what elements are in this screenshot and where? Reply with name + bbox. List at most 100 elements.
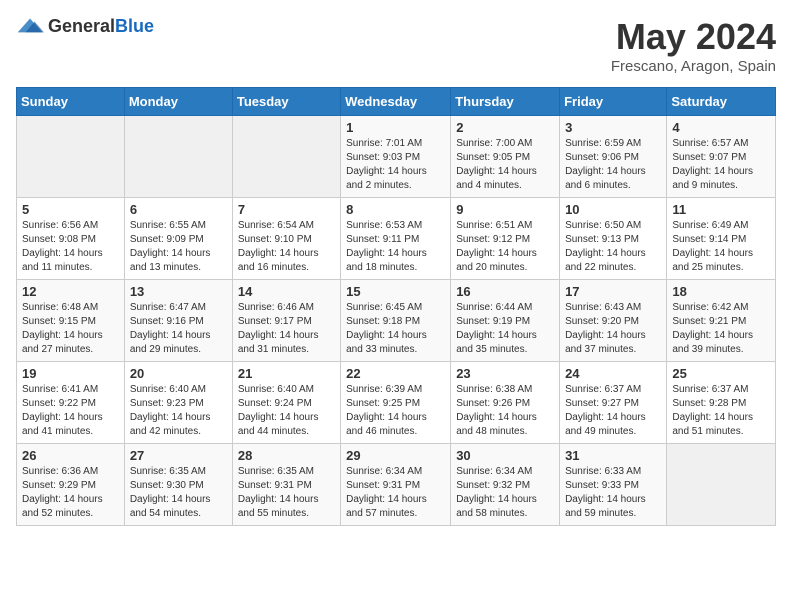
calendar-cell: 2 Sunrise: 7:00 AMSunset: 9:05 PMDaylight… — [451, 116, 560, 198]
cell-content: Sunrise: 6:57 AMSunset: 9:07 PMDaylight:… — [672, 137, 770, 193]
day-number: 14 — [238, 284, 335, 299]
location: Frescano, Aragon, Spain — [611, 58, 776, 75]
calendar-cell: 6Sunrise: 6:55 AMSunset: 9:09 PMDaylight… — [124, 198, 232, 280]
calendar-cell: 12 Sunrise: 6:48 AMSunset: 9:15 PMDayligh… — [17, 280, 125, 362]
day-number: 25 — [672, 366, 770, 381]
day-number: 12 — [22, 284, 119, 299]
weekday-header-tuesday: Tuesday — [232, 88, 340, 116]
calendar-cell: 29 Sunrise: 6:34 AMSunset: 9:31 PMDayligh… — [341, 444, 451, 526]
calendar: SundayMondayTuesdayWednesdayThursdayFrid… — [16, 87, 776, 526]
page-header: GeneralBlue May 2024 Frescano, Aragon, S… — [16, 16, 776, 75]
cell-content: Sunrise: 6:59 AMSunset: 9:06 PMDaylight:… — [565, 137, 661, 193]
weekday-header-friday: Friday — [560, 88, 667, 116]
day-number: 28 — [238, 448, 335, 463]
day-number: 29 — [346, 448, 445, 463]
day-number: 1 — [346, 120, 445, 135]
day-number: 19 — [22, 366, 119, 381]
cell-content: Sunrise: 6:37 AMSunset: 9:28 PMDaylight:… — [672, 383, 770, 439]
calendar-cell — [232, 116, 340, 198]
cell-content: Sunrise: 6:46 AMSunset: 9:17 PMDaylight:… — [238, 301, 335, 357]
cell-content: Sunrise: 6:42 AMSunset: 9:21 PMDaylight:… — [672, 301, 770, 357]
logo-general: General — [48, 16, 115, 36]
week-row-4: 19 Sunrise: 6:41 AMSunset: 9:22 PMDayligh… — [17, 362, 776, 444]
cell-content: Sunrise: 6:39 AMSunset: 9:25 PMDaylight:… — [346, 383, 445, 439]
calendar-cell: 27 Sunrise: 6:35 AMSunset: 9:30 PMDayligh… — [124, 444, 232, 526]
day-number: 3 — [565, 120, 661, 135]
cell-content: Sunrise: 6:34 AMSunset: 9:32 PMDaylight:… — [456, 465, 554, 521]
cell-content: Sunrise: 6:44 AMSunset: 9:19 PMDaylight:… — [456, 301, 554, 357]
calendar-cell: 4 Sunrise: 6:57 AMSunset: 9:07 PMDaylight… — [667, 116, 776, 198]
logo-blue: Blue — [115, 16, 154, 36]
week-row-3: 12 Sunrise: 6:48 AMSunset: 9:15 PMDayligh… — [17, 280, 776, 362]
cell-content: Sunrise: 7:01 AMSunset: 9:03 PMDaylight:… — [346, 137, 445, 193]
calendar-cell: 1 Sunrise: 7:01 AMSunset: 9:03 PMDaylight… — [341, 116, 451, 198]
day-number: 24 — [565, 366, 661, 381]
calendar-cell: 30Sunrise: 6:34 AMSunset: 9:32 PMDayligh… — [451, 444, 560, 526]
calendar-cell: 25 Sunrise: 6:37 AMSunset: 9:28 PMDayligh… — [667, 362, 776, 444]
week-row-5: 26 Sunrise: 6:36 AMSunset: 9:29 PMDayligh… — [17, 444, 776, 526]
cell-content: Sunrise: 6:35 AMSunset: 9:31 PMDaylight:… — [238, 465, 335, 521]
cell-content: Sunrise: 6:40 AMSunset: 9:23 PMDaylight:… — [130, 383, 227, 439]
cell-content: Sunrise: 6:50 AMSunset: 9:13 PMDaylight:… — [565, 219, 661, 275]
day-number: 9 — [456, 202, 554, 217]
weekday-header-saturday: Saturday — [667, 88, 776, 116]
day-number: 31 — [565, 448, 661, 463]
logo: GeneralBlue — [16, 16, 154, 37]
calendar-cell: 23Sunrise: 6:38 AMSunset: 9:26 PMDayligh… — [451, 362, 560, 444]
day-number: 15 — [346, 284, 445, 299]
day-number: 11 — [672, 202, 770, 217]
calendar-cell — [17, 116, 125, 198]
calendar-cell: 11 Sunrise: 6:49 AMSunset: 9:14 PMDayligh… — [667, 198, 776, 280]
day-number: 27 — [130, 448, 227, 463]
cell-content: Sunrise: 6:54 AMSunset: 9:10 PMDaylight:… — [238, 219, 335, 275]
calendar-cell: 5 Sunrise: 6:56 AMSunset: 9:08 PMDaylight… — [17, 198, 125, 280]
day-number: 8 — [346, 202, 445, 217]
cell-content: Sunrise: 6:36 AMSunset: 9:29 PMDaylight:… — [22, 465, 119, 521]
calendar-cell: 3 Sunrise: 6:59 AMSunset: 9:06 PMDaylight… — [560, 116, 667, 198]
cell-content: Sunrise: 6:33 AMSunset: 9:33 PMDaylight:… — [565, 465, 661, 521]
cell-content: Sunrise: 6:40 AMSunset: 9:24 PMDaylight:… — [238, 383, 335, 439]
day-number: 6 — [130, 202, 227, 217]
cell-content: Sunrise: 6:34 AMSunset: 9:31 PMDaylight:… — [346, 465, 445, 521]
cell-content: Sunrise: 6:35 AMSunset: 9:30 PMDaylight:… — [130, 465, 227, 521]
calendar-cell: 13Sunrise: 6:47 AMSunset: 9:16 PMDayligh… — [124, 280, 232, 362]
calendar-cell: 20 Sunrise: 6:40 AMSunset: 9:23 PMDayligh… — [124, 362, 232, 444]
month-title: May 2024 — [611, 16, 776, 58]
calendar-cell: 22 Sunrise: 6:39 AMSunset: 9:25 PMDayligh… — [341, 362, 451, 444]
day-number: 4 — [672, 120, 770, 135]
day-number: 22 — [346, 366, 445, 381]
calendar-cell: 24Sunrise: 6:37 AMSunset: 9:27 PMDayligh… — [560, 362, 667, 444]
day-number: 20 — [130, 366, 227, 381]
day-number: 26 — [22, 448, 119, 463]
cell-content: Sunrise: 6:48 AMSunset: 9:15 PMDaylight:… — [22, 301, 119, 357]
logo-icon — [16, 17, 44, 37]
calendar-cell: 16 Sunrise: 6:44 AMSunset: 9:19 PMDayligh… — [451, 280, 560, 362]
day-number: 16 — [456, 284, 554, 299]
calendar-cell: 10Sunrise: 6:50 AMSunset: 9:13 PMDayligh… — [560, 198, 667, 280]
day-number: 2 — [456, 120, 554, 135]
calendar-cell: 19 Sunrise: 6:41 AMSunset: 9:22 PMDayligh… — [17, 362, 125, 444]
weekday-header-sunday: Sunday — [17, 88, 125, 116]
calendar-cell: 9 Sunrise: 6:51 AMSunset: 9:12 PMDaylight… — [451, 198, 560, 280]
cell-content: Sunrise: 7:00 AMSunset: 9:05 PMDaylight:… — [456, 137, 554, 193]
calendar-cell: 7 Sunrise: 6:54 AMSunset: 9:10 PMDaylight… — [232, 198, 340, 280]
week-row-1: 1 Sunrise: 7:01 AMSunset: 9:03 PMDaylight… — [17, 116, 776, 198]
cell-content: Sunrise: 6:41 AMSunset: 9:22 PMDaylight:… — [22, 383, 119, 439]
day-number: 13 — [130, 284, 227, 299]
calendar-cell: 21Sunrise: 6:40 AMSunset: 9:24 PMDayligh… — [232, 362, 340, 444]
calendar-cell — [124, 116, 232, 198]
weekday-header-row: SundayMondayTuesdayWednesdayThursdayFrid… — [17, 88, 776, 116]
cell-content: Sunrise: 6:45 AMSunset: 9:18 PMDaylight:… — [346, 301, 445, 357]
calendar-cell: 26 Sunrise: 6:36 AMSunset: 9:29 PMDayligh… — [17, 444, 125, 526]
day-number: 17 — [565, 284, 661, 299]
title-section: May 2024 Frescano, Aragon, Spain — [611, 16, 776, 75]
day-number: 5 — [22, 202, 119, 217]
calendar-cell: 18 Sunrise: 6:42 AMSunset: 9:21 PMDayligh… — [667, 280, 776, 362]
day-number: 7 — [238, 202, 335, 217]
cell-content: Sunrise: 6:51 AMSunset: 9:12 PMDaylight:… — [456, 219, 554, 275]
cell-content: Sunrise: 6:49 AMSunset: 9:14 PMDaylight:… — [672, 219, 770, 275]
cell-content: Sunrise: 6:56 AMSunset: 9:08 PMDaylight:… — [22, 219, 119, 275]
day-number: 18 — [672, 284, 770, 299]
weekday-header-thursday: Thursday — [451, 88, 560, 116]
calendar-cell: 28 Sunrise: 6:35 AMSunset: 9:31 PMDayligh… — [232, 444, 340, 526]
